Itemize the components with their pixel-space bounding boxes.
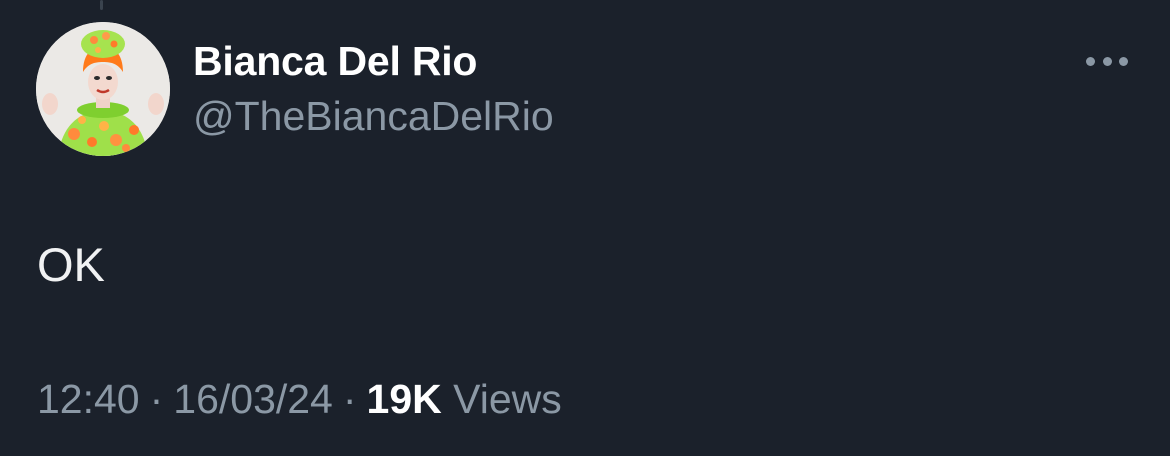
author-display-name[interactable]: Bianca Del Rio xyxy=(193,38,477,85)
more-horizontal-icon-dot xyxy=(1102,56,1112,66)
author-handle[interactable]: @TheBiancaDelRio xyxy=(193,93,554,140)
more-options-button[interactable] xyxy=(1082,46,1132,76)
avatar[interactable] xyxy=(36,22,170,156)
views-label: Views xyxy=(453,376,562,422)
meta-separator: · xyxy=(342,376,357,422)
more-horizontal-icon-dot xyxy=(1119,56,1128,66)
meta-separator: · xyxy=(149,376,164,422)
tweet-time[interactable]: 12:40 xyxy=(37,376,140,422)
tweet-date[interactable]: 16/03/24 xyxy=(173,376,333,422)
thread-connector-line xyxy=(100,0,103,10)
profile-photo-icon xyxy=(36,22,170,156)
more-horizontal-icon xyxy=(1086,56,1095,66)
tweet-meta: 12:40 · 16/03/24 · 19K Views xyxy=(37,376,562,423)
tweet-text: OK xyxy=(37,238,105,291)
views-count[interactable]: 19K xyxy=(367,376,442,422)
